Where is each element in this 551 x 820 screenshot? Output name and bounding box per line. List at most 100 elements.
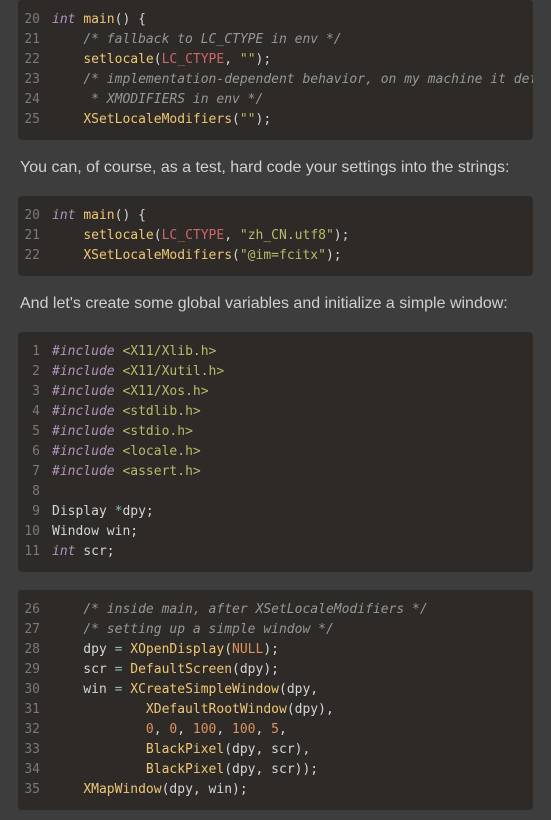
token-ty: (	[154, 228, 162, 243]
code-content: /* implementation-dependent behavior, on…	[52, 70, 533, 90]
code-content: XSetLocaleModifiers("");	[52, 110, 533, 130]
token-ty	[52, 92, 83, 107]
token-ty: (dpy, scr));	[224, 762, 318, 777]
token-kw: int	[52, 544, 75, 559]
token-ty: ,	[154, 722, 170, 737]
token-ty	[52, 762, 146, 777]
token-fn: XOpenDisplay	[130, 642, 224, 657]
token-kw: #include	[52, 464, 115, 479]
code-content: Display *dpy;	[52, 502, 533, 522]
code-line: 22 XSetLocaleModifiers("@im=fcitx");	[18, 246, 533, 266]
code-content: #include <X11/Xlib.h>	[52, 342, 533, 362]
token-inc: <locale.h>	[122, 444, 200, 459]
line-number: 22	[18, 246, 52, 266]
code-block: 26 /* inside main, after XSetLocaleModif…	[18, 590, 533, 810]
code-content: int main() {	[52, 206, 533, 226]
code-content: BlackPixel(dpy, scr));	[52, 760, 533, 780]
line-number: 20	[18, 10, 52, 30]
token-ty	[52, 722, 146, 737]
token-ty: scr;	[75, 544, 114, 559]
token-ty: dpy	[52, 642, 115, 657]
token-id: LC_CTYPE	[162, 52, 225, 67]
code-line: 20int main() {	[18, 206, 533, 226]
code-content: * XMODIFIERS in env */	[52, 90, 533, 110]
line-number: 7	[18, 462, 52, 482]
line-number: 22	[18, 50, 52, 70]
token-cmt: /* fallback to LC_CTYPE in env */	[83, 32, 341, 47]
code-content: #include <X11/Xos.h>	[52, 382, 533, 402]
token-fn: setlocale	[83, 52, 153, 67]
token-ty: scr	[52, 662, 115, 677]
token-ty: (	[232, 248, 240, 263]
token-ty: ,	[216, 722, 232, 737]
token-ty: () {	[115, 12, 146, 27]
code-content: XSetLocaleModifiers("@im=fcitx");	[52, 246, 533, 266]
token-num: NULL	[232, 642, 263, 657]
code-line: 23 /* implementation-dependent behavior,…	[18, 70, 533, 90]
line-number: 24	[18, 90, 52, 110]
line-number: 21	[18, 30, 52, 50]
token-ty: ,	[224, 228, 240, 243]
token-ty	[52, 622, 83, 637]
code-content: XMapWindow(dpy, win);	[52, 780, 533, 800]
code-line: 9Display *dpy;	[18, 502, 533, 522]
token-fn: DefaultScreen	[130, 662, 232, 677]
code-line: 21 /* fallback to LC_CTYPE in env */	[18, 30, 533, 50]
token-ty	[52, 112, 83, 127]
token-kw: #include	[52, 364, 115, 379]
token-ty	[52, 32, 83, 47]
token-str: "zh_CN.utf8"	[240, 228, 334, 243]
token-str: ""	[240, 52, 256, 67]
code-line: 28 dpy = XOpenDisplay(NULL);	[18, 640, 533, 660]
code-line: 11int scr;	[18, 542, 533, 562]
line-number: 35	[18, 780, 52, 800]
token-fn: main	[83, 208, 114, 223]
code-content: win = XCreateSimpleWindow(dpy,	[52, 680, 533, 700]
token-str: "@im=fcitx"	[240, 248, 326, 263]
code-content: /* fallback to LC_CTYPE in env */	[52, 30, 533, 50]
token-ty	[52, 602, 83, 617]
line-number: 30	[18, 680, 52, 700]
token-fn: XSetLocaleModifiers	[83, 248, 232, 263]
code-line: 8	[18, 482, 533, 502]
token-ty	[52, 52, 83, 67]
token-ty: );	[256, 52, 272, 67]
code-block: 20int main() {21 /* fallback to LC_CTYPE…	[18, 0, 533, 140]
code-block: 1#include <X11/Xlib.h>2#include <X11/Xut…	[18, 332, 533, 572]
prose-paragraph: You can, of course, as a test, hard code…	[0, 140, 551, 196]
token-kw: int	[52, 208, 75, 223]
token-cmt: * XMODIFIERS in env */	[83, 92, 263, 107]
code-content: int main() {	[52, 10, 533, 30]
code-content: /* setting up a simple window */	[52, 620, 533, 640]
token-ty: (dpy);	[232, 662, 279, 677]
token-kw: #include	[52, 384, 115, 399]
token-ty: (	[232, 112, 240, 127]
code-line: 2#include <X11/Xutil.h>	[18, 362, 533, 382]
token-cmt: /* setting up a simple window */	[83, 622, 333, 637]
line-number: 11	[18, 542, 52, 562]
prose-paragraph: And let's create some global variables a…	[0, 276, 551, 332]
token-num: 100	[232, 722, 255, 737]
line-number: 6	[18, 442, 52, 462]
token-fn: BlackPixel	[146, 762, 224, 777]
code-line: 34 BlackPixel(dpy, scr));	[18, 760, 533, 780]
token-num: 100	[193, 722, 216, 737]
line-number: 34	[18, 760, 52, 780]
token-ty	[52, 702, 146, 717]
token-inc: <assert.h>	[122, 464, 200, 479]
token-ty: () {	[115, 208, 146, 223]
token-inc: <X11/Xutil.h>	[122, 364, 224, 379]
line-number: 26	[18, 600, 52, 620]
token-ty	[52, 782, 83, 797]
token-ty: win	[52, 682, 115, 697]
token-ty: Display	[52, 504, 115, 519]
code-content: #include <stdio.h>	[52, 422, 533, 442]
code-line: 25 XSetLocaleModifiers("");	[18, 110, 533, 130]
token-ty: );	[263, 642, 279, 657]
token-fn: BlackPixel	[146, 742, 224, 757]
token-fn: XCreateSimpleWindow	[130, 682, 279, 697]
line-number: 20	[18, 206, 52, 226]
token-fn: XDefaultRootWindow	[146, 702, 287, 717]
line-number: 8	[18, 482, 52, 502]
code-line: 32 0, 0, 100, 100, 5,	[18, 720, 533, 740]
